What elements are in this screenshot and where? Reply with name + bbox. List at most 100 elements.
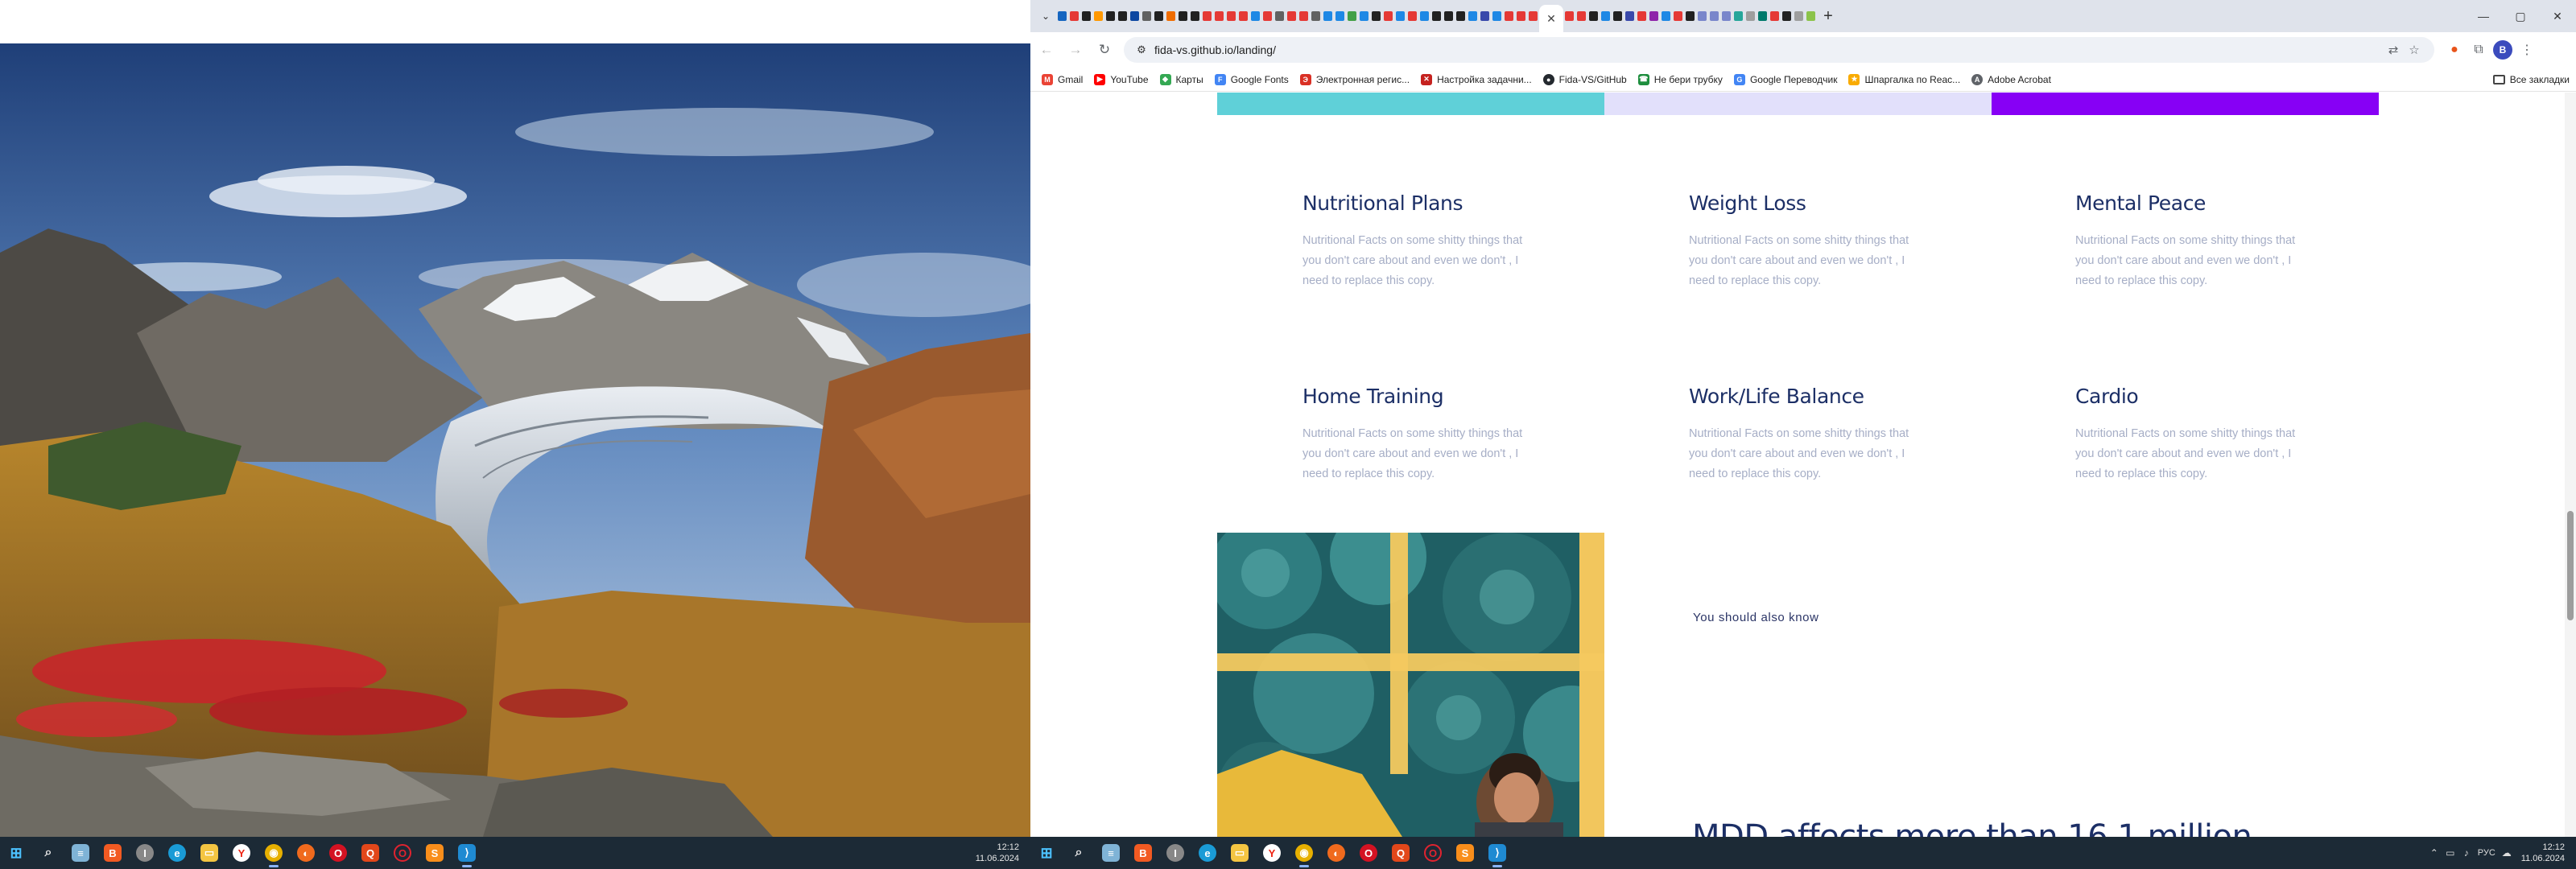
vscode-icon[interactable]: ⟩ <box>1481 837 1513 869</box>
tab-favicon[interactable] <box>1396 11 1405 21</box>
tab-favicon[interactable] <box>1311 11 1320 21</box>
notepad-icon[interactable]: ≡ <box>64 837 97 869</box>
tab-favicon[interactable] <box>1420 11 1429 21</box>
tab-favicon[interactable] <box>1263 11 1272 21</box>
bookmark-acrobat[interactable]: A Adobe Acrobat <box>1971 73 2051 85</box>
tab-favicon[interactable] <box>1746 11 1755 21</box>
tab-favicon[interactable] <box>1770 11 1779 21</box>
language-indicator[interactable]: РУС <box>2475 845 2499 861</box>
opera-icon[interactable]: O <box>322 837 354 869</box>
minimize-button[interactable]: — <box>2465 0 2502 32</box>
opera-icon[interactable]: O <box>1352 837 1385 869</box>
bookmark-star-icon[interactable]: ☆ <box>2404 39 2425 60</box>
tab-favicon[interactable] <box>1166 11 1175 21</box>
tab-favicon[interactable] <box>1806 11 1815 21</box>
tab-favicon[interactable] <box>1565 11 1574 21</box>
extension-icon[interactable]: ● <box>2442 38 2467 62</box>
app-q-icon[interactable]: Q <box>1385 837 1417 869</box>
volume-icon[interactable]: ♪ <box>2458 845 2475 861</box>
tab-favicon[interactable] <box>1468 11 1477 21</box>
bookmark-translate[interactable]: G Google Переводчик <box>1733 73 1837 85</box>
tab-favicon[interactable] <box>1384 11 1393 21</box>
forward-button[interactable]: → <box>1063 37 1088 63</box>
tab-close-icon[interactable]: ✕ <box>1546 12 1556 26</box>
tab-favicon[interactable] <box>1480 11 1489 21</box>
bookmark-registration[interactable]: Э Электронная регис... <box>1299 73 1410 85</box>
tab-favicon[interactable] <box>1662 11 1670 21</box>
tab-favicon[interactable] <box>1118 11 1127 21</box>
all-bookmarks-button[interactable]: Все закладки <box>2492 74 2570 85</box>
file-explorer-icon[interactable]: ▭ <box>193 837 225 869</box>
opera-gx-icon[interactable]: O <box>1417 837 1449 869</box>
inkscape-icon[interactable]: I <box>1159 837 1191 869</box>
address-bar[interactable]: ⚙ fida-vs.github.io/landing/ ⇄ ☆ <box>1124 37 2434 63</box>
tab-favicon[interactable] <box>1529 11 1538 21</box>
tab-favicon[interactable] <box>1191 11 1199 21</box>
tab-favicon[interactable] <box>1698 11 1707 21</box>
tab-favicon[interactable] <box>1058 11 1067 21</box>
chrome-icon[interactable]: ◉ <box>1288 837 1320 869</box>
menu-kebab-icon[interactable]: ⋮ <box>2515 38 2539 62</box>
active-tab[interactable]: ✕ <box>1539 5 1563 32</box>
tab-favicon[interactable] <box>1360 11 1368 21</box>
edge-icon[interactable]: e <box>161 837 193 869</box>
tab-favicon[interactable] <box>1239 11 1248 21</box>
tab-favicon[interactable] <box>1130 11 1139 21</box>
tab-favicon[interactable] <box>1094 11 1103 21</box>
bookmark-gmail[interactable]: M Gmail <box>1042 73 1083 85</box>
search-icon[interactable]: ⌕ <box>32 837 64 869</box>
bookmark-maps[interactable]: ◆ Карты <box>1159 73 1203 85</box>
file-explorer-icon[interactable]: ▭ <box>1224 837 1256 869</box>
chrome-icon[interactable]: ◉ <box>258 837 290 869</box>
tab-favicon[interactable] <box>1432 11 1441 21</box>
vscode-icon[interactable]: ⟩ <box>451 837 483 869</box>
tab-favicon[interactable] <box>1323 11 1332 21</box>
tab-favicon[interactable] <box>1444 11 1453 21</box>
clock-left[interactable]: 12:12 11.06.2024 <box>969 842 1026 864</box>
profile-button[interactable]: В <box>2491 38 2515 62</box>
tab-favicon[interactable] <box>1686 11 1695 21</box>
tab-favicon[interactable] <box>1154 11 1163 21</box>
tab-favicon[interactable] <box>1287 11 1296 21</box>
site-info-icon[interactable]: ⚙ <box>1133 42 1150 58</box>
windows-start-icon[interactable]: ⊞ <box>0 837 32 869</box>
windows-start-icon[interactable]: ⊞ <box>1030 837 1063 869</box>
bookmark-youtube[interactable]: ▶ YouTube <box>1094 73 1149 85</box>
tab-favicon[interactable] <box>1722 11 1731 21</box>
tab-favicon[interactable] <box>1203 11 1212 21</box>
close-window-button[interactable]: ✕ <box>2539 0 2576 32</box>
tab-favicon[interactable] <box>1275 11 1284 21</box>
bookmark-google-fonts[interactable]: F Google Fonts <box>1214 73 1289 85</box>
tab-favicon[interactable] <box>1710 11 1719 21</box>
tab-favicon[interactable] <box>1794 11 1803 21</box>
tab-favicon[interactable] <box>1637 11 1646 21</box>
inkscape-icon[interactable]: I <box>129 837 161 869</box>
yandex-icon[interactable]: Y <box>225 837 258 869</box>
tab-favicon[interactable] <box>1215 11 1224 21</box>
yandex-icon[interactable]: Y <box>1256 837 1288 869</box>
tab-favicon[interactable] <box>1299 11 1308 21</box>
brave-icon[interactable]: B <box>1127 837 1159 869</box>
bookmark-scheduler[interactable]: ✕ Настройка задачни... <box>1421 73 1532 85</box>
firefox-icon[interactable]: ◐ <box>1320 837 1352 869</box>
firefox-icon[interactable]: ◐ <box>290 837 322 869</box>
tab-favicon[interactable] <box>1758 11 1767 21</box>
edge-icon[interactable]: e <box>1191 837 1224 869</box>
tab-favicon[interactable] <box>1577 11 1586 21</box>
brave-icon[interactable]: B <box>97 837 129 869</box>
back-button[interactable]: ← <box>1034 37 1059 63</box>
url-text[interactable]: fida-vs.github.io/landing/ <box>1154 43 1276 56</box>
network-icon[interactable]: ▭ <box>2442 845 2458 861</box>
translate-icon[interactable]: ⇄ <box>2383 39 2404 60</box>
tab-favicon[interactable] <box>1179 11 1187 21</box>
page-scrollbar[interactable] <box>2565 93 2576 837</box>
tab-favicon[interactable] <box>1734 11 1743 21</box>
tab-favicon[interactable] <box>1082 11 1091 21</box>
cloud-icon[interactable]: ☁ <box>2499 845 2515 861</box>
tab-favicon[interactable] <box>1505 11 1513 21</box>
tab-favicon[interactable] <box>1408 11 1417 21</box>
reload-button[interactable]: ↻ <box>1092 37 1117 63</box>
tab-favicon[interactable] <box>1335 11 1344 21</box>
tab-favicon[interactable] <box>1227 11 1236 21</box>
tab-favicon[interactable] <box>1142 11 1151 21</box>
